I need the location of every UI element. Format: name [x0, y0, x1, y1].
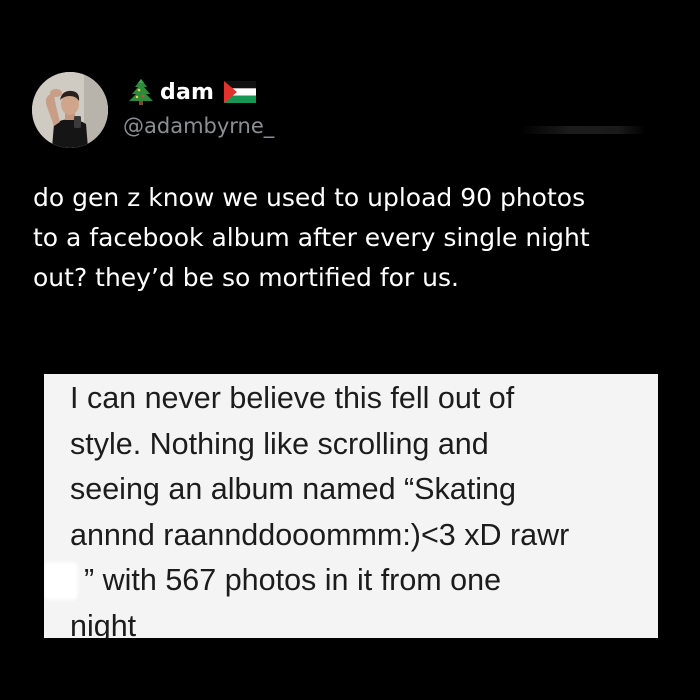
christmas-tree-icon [129, 79, 153, 105]
redaction-mark [46, 564, 76, 598]
quoted-text-fragment: ” with 567 photos in it from one [84, 563, 502, 597]
quoted-text-line-with-redaction: ” with 567 photos in it from one [46, 558, 650, 604]
quoted-text-line: annnd raannddooommm:)<3 xD rawr [70, 517, 570, 552]
display-name[interactable]: dam [160, 80, 214, 105]
author-handle[interactable]: @adambyrne_ [123, 114, 274, 138]
background-smudge [520, 126, 645, 134]
tweet-text-line: to a facebook album after every single n… [33, 223, 590, 252]
quoted-text-line: style. Nothing like scrolling and [70, 426, 489, 461]
avatar[interactable] [32, 72, 108, 148]
quoted-text-line: I can never believe this fell out of [70, 381, 515, 415]
quoted-text: I can never believe this fell out of sty… [46, 376, 650, 639]
tweet-screenshot: dam @adambyrne_ do gen z know we used to… [0, 0, 700, 700]
avatar-photo [32, 72, 108, 148]
tweet-text-line: do gen z know we used to upload 90 photo… [33, 183, 586, 212]
quoted-text-line: seeing an album named “Skating [70, 472, 516, 506]
tweet-text-line: out? they’d be so mortified for us. [33, 263, 459, 292]
palestine-flag-icon [224, 81, 257, 103]
quoted-text-line: night [70, 608, 137, 639]
quoted-screenshot: I can never believe this fell out of sty… [44, 374, 658, 638]
author-name-row: dam [128, 76, 257, 108]
tweet-text: do gen z know we used to upload 90 photo… [33, 178, 683, 298]
